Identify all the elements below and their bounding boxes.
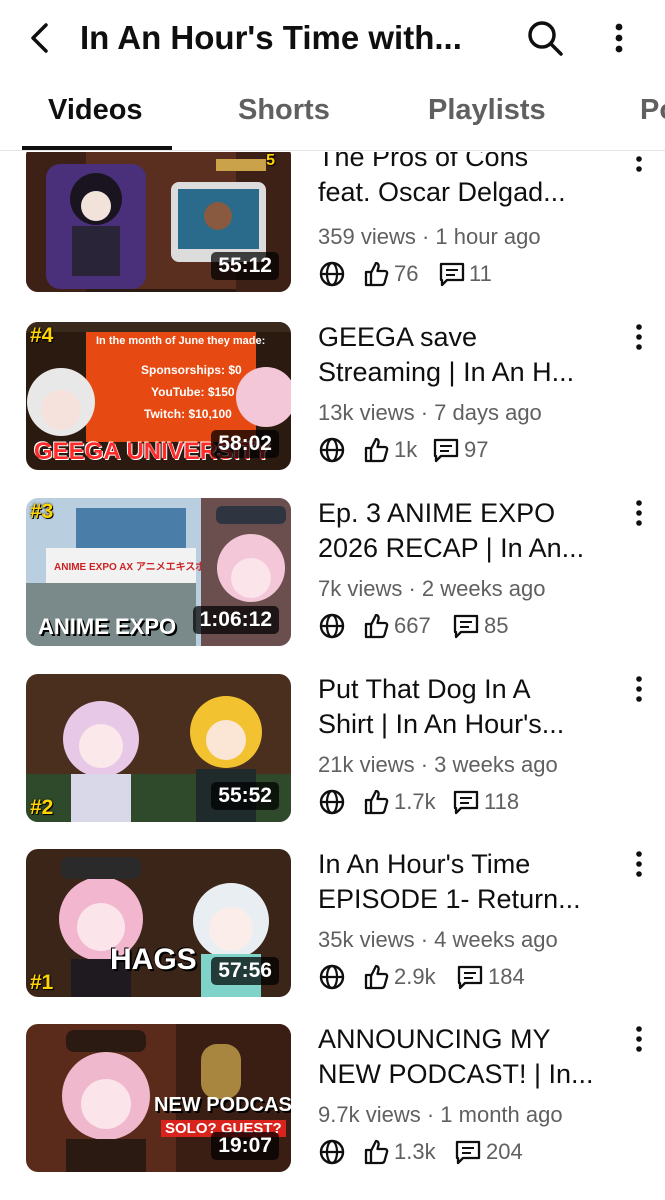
thumbs-up-icon [364,1139,389,1165]
comment-count: 11 [469,261,492,286]
video-meta: 13k views · 7 days ago [318,400,542,425]
video-title[interactable]: The Pros of Cons feat. Oscar Delgad... [318,152,618,210]
comment-icon [433,438,459,463]
episode-badge: 5 [266,152,275,169]
video-meta: 35k views · 4 weeks ago [318,927,558,952]
video-item[interactable]: ANIME EXPO AX アニメエキスポ #3 ANIME EXPO 1:06… [0,496,665,671]
video-item[interactable]: #1 HAGS 57:56 In An Hour's Time EPISODE … [0,847,665,1022]
comment-count: 204 [486,1139,523,1164]
globe-icon [319,964,345,990]
search-icon[interactable] [525,18,565,58]
comment-icon [455,1140,481,1165]
channel-title: In An Hour's Time with... [80,19,462,56]
video-item[interactable]: #2 55:52 Put That Dog In A Shirt | In An… [0,672,665,847]
video-duration: 58:02 [211,430,279,458]
video-item[interactable]: In the month of June they made: Sponsors… [0,320,665,495]
like-count: 1.3k [394,1139,436,1164]
video-title[interactable]: Ep. 3 ANIME EXPO 2026 RECAP | In An... [318,496,618,566]
globe-icon [319,437,345,463]
video-thumbnail[interactable]: #2 55:52 [26,674,291,822]
like-count: 76 [394,261,419,286]
comment-icon [453,790,479,815]
more-vertical-icon[interactable] [630,498,648,528]
video-duration: 19:07 [211,1132,279,1160]
tab-posts[interactable]: Po [640,94,665,127]
comment-icon [457,965,483,990]
rank-badge: #4 [30,324,54,347]
like-count: 1.7k [394,789,436,814]
more-vertical-icon[interactable] [605,18,633,58]
video-title[interactable]: GEEGA save Streaming | In An H... [318,320,618,390]
video-item[interactable]: 5 55:12 The Pros of Cons feat. Oscar Del… [0,152,665,319]
video-thumbnail[interactable]: 5 55:12 [26,152,291,292]
tab-videos[interactable]: Videos [48,94,143,127]
svg-text:In the month of June they made: In the month of June they made: [96,335,265,347]
tab-shorts[interactable]: Shorts [238,94,330,127]
like-count: 667 [394,613,431,638]
svg-text:ANIME EXPO AX アニメエキスポ: ANIME EXPO AX アニメエキスポ [54,560,205,573]
thumbs-up-icon [364,613,389,639]
video-title[interactable]: ANNOUNCING MY NEW PODCAST! | In... [318,1022,618,1092]
more-vertical-icon[interactable] [630,1024,648,1054]
globe-icon [319,1139,345,1165]
video-meta: 7k views · 2 weeks ago [318,576,546,601]
like-count: 2.9k [394,964,436,989]
video-list: 5 55:12 The Pros of Cons feat. Oscar Del… [0,152,665,1200]
svg-text:Twitch: $10,100: Twitch: $10,100 [144,407,232,421]
thumbs-up-icon [364,789,389,815]
tab-playlists[interactable]: Playlists [428,94,546,127]
rank-badge: #1 [30,971,54,994]
globe-icon [319,261,345,287]
more-vertical-icon[interactable] [630,674,648,704]
comment-icon [439,262,465,287]
thumbs-up-icon [364,437,389,463]
active-tab-indicator [22,146,172,150]
thumbnail-overlay-text: HAGS [110,943,197,976]
video-thumbnail[interactable]: In the month of June they made: Sponsors… [26,322,291,470]
video-thumbnail[interactable]: ANIME EXPO AX アニメエキスポ #3 ANIME EXPO 1:06… [26,498,291,646]
video-duration: 55:52 [211,782,279,810]
thumbs-up-icon [364,964,389,990]
video-duration: 1:06:12 [192,606,279,634]
rank-badge: #3 [30,500,54,523]
globe-icon [319,613,345,639]
comment-icon [453,614,479,639]
video-duration: 57:56 [211,957,279,985]
video-thumbnail[interactable]: #1 HAGS 57:56 [26,849,291,997]
svg-text:Sponsorships: $0: Sponsorships: $0 [141,363,242,377]
more-vertical-icon[interactable] [630,322,648,352]
rank-badge: #2 [30,796,54,819]
svg-text:YouTube: $150: YouTube: $150 [151,385,235,399]
channel-tabs: Videos Shorts Playlists Po [0,80,665,151]
chevron-left-icon[interactable] [22,20,58,56]
thumbnail-overlay-text: ANIME EXPO [38,614,177,639]
video-duration: 55:12 [211,252,279,280]
comment-count: 184 [488,964,525,989]
video-meta: 9.7k views · 1 month ago [318,1102,563,1127]
thumbnail-overlay-text: NEW PODCAST [154,1094,291,1116]
video-item[interactable]: NEW PODCAST SOLO? GUEST? 19:07 ANNOUNCIN… [0,1022,665,1197]
top-app-bar: In An Hour's Time with... [0,0,665,76]
video-title[interactable]: Put That Dog In A Shirt | In An Hour's..… [318,672,618,742]
comment-count: 118 [484,789,520,814]
like-count: 1k [394,437,418,462]
video-meta: 359 views · 1 hour ago [318,224,541,249]
video-meta: 21k views · 3 weeks ago [318,752,558,777]
more-vertical-icon[interactable] [630,849,648,879]
comment-count: 85 [484,613,509,638]
comment-count: 97 [464,437,489,462]
video-thumbnail[interactable]: NEW PODCAST SOLO? GUEST? 19:07 [26,1024,291,1172]
globe-icon [319,789,345,815]
thumbs-up-icon [364,261,389,287]
video-title[interactable]: In An Hour's Time EPISODE 1- Return... [318,847,618,917]
more-vertical-icon[interactable] [630,152,648,174]
